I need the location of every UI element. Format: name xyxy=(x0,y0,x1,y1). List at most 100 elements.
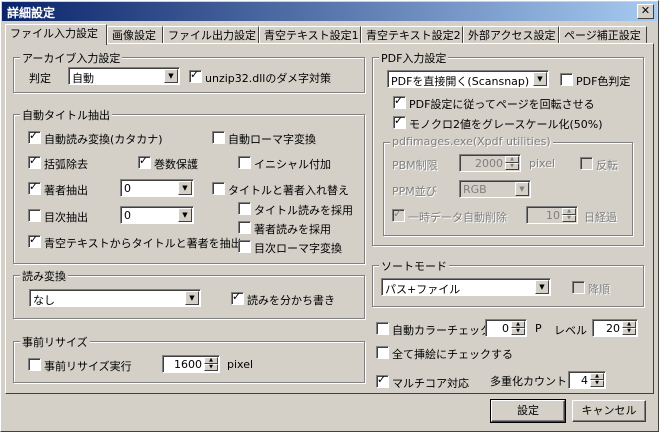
auto-read-checkbox[interactable] xyxy=(28,129,41,144)
use-author-reading-label: 著者読みを採用 xyxy=(254,223,331,236)
page-unit: P xyxy=(535,322,542,335)
judge-value: 自動 xyxy=(72,72,94,85)
use-title-reading-checkbox[interactable] xyxy=(238,202,251,215)
invert-checkbox[interactable] xyxy=(580,157,593,170)
title-bar: 詳細設定 ✕ xyxy=(2,2,657,21)
chevron-down-icon: ▼ xyxy=(185,291,199,305)
pbm-stepper[interactable]: 2000 ▲ ▼ xyxy=(459,154,521,172)
author-extract-value: 0 xyxy=(124,182,131,195)
spin-up-icon[interactable]: ▲ xyxy=(622,321,636,328)
pdf-mode-select[interactable]: PDFを直接開く(Scansnap) ▼ xyxy=(387,70,549,88)
auto-read-label: 自動読み変換(カタカナ) xyxy=(44,133,163,146)
aozora-extract-label: 青空テキストからタイトルと著者を抽出 xyxy=(44,237,242,250)
spin-down-icon[interactable]: ▼ xyxy=(505,163,519,170)
window-title: 詳細設定 xyxy=(7,6,56,20)
spin-buttons[interactable]: ▲ ▼ xyxy=(505,156,519,170)
resize-pixel-stepper[interactable]: 1600 ▲ ▼ xyxy=(162,355,220,373)
ppm-select[interactable]: RGB ▼ xyxy=(459,180,531,198)
level-value: 20 xyxy=(606,322,620,335)
multicore-checkbox[interactable] xyxy=(376,373,389,388)
spin-buttons[interactable]: ▲ ▼ xyxy=(590,373,604,387)
mono-gray-label: モノクロ2値をグレースケール化(50%) xyxy=(409,118,603,131)
close-button[interactable]: ✕ xyxy=(637,4,654,19)
close-icon: ✕ xyxy=(640,4,651,17)
add-initial-checkbox[interactable] xyxy=(238,156,251,169)
ok-button[interactable]: 設定 xyxy=(490,399,566,423)
spin-buttons[interactable]: ▲ ▼ xyxy=(204,357,218,371)
archive-legend: アーカイブ入力設定 xyxy=(20,50,123,66)
pdf-rotate-checkbox[interactable] xyxy=(393,94,406,109)
spin-down-icon[interactable]: ▼ xyxy=(590,380,604,387)
xpdf-legend: pdfimages.exe(Xpdf utilities) xyxy=(390,135,553,148)
pre-resize-checkbox[interactable] xyxy=(28,358,41,371)
days-unit: 日経過 xyxy=(584,211,617,224)
pdf-color-judge-checkbox[interactable] xyxy=(560,73,573,86)
tab-external-access[interactable]: 外部アクセス設定 xyxy=(463,26,559,43)
resize-pixel-value: 1600 xyxy=(174,358,202,371)
spin-down-icon[interactable]: ▼ xyxy=(622,328,636,335)
mono-gray-checkbox[interactable] xyxy=(393,114,406,129)
separate-reading-checkbox[interactable] xyxy=(231,290,244,305)
auto-color-checkbox[interactable] xyxy=(376,322,389,335)
all-scribble-checkbox[interactable] xyxy=(376,346,389,359)
sort-select[interactable]: パス+ファイル ▼ xyxy=(381,278,551,296)
tab-page-correction[interactable]: ページ補正設定 xyxy=(559,26,647,43)
swap-title-author-checkbox[interactable] xyxy=(212,182,225,195)
multicore-label: マルチコア対応 xyxy=(392,377,469,390)
ppm-value: RGB xyxy=(463,183,487,196)
chevron-down-icon: ▼ xyxy=(164,69,178,83)
multiplex-count-value: 4 xyxy=(581,374,588,387)
tab-image[interactable]: 画像設定 xyxy=(107,26,163,43)
temp-delete-checkbox[interactable] xyxy=(392,207,405,222)
reading-select[interactable]: なし ▼ xyxy=(29,289,201,307)
chevron-down-icon: ▼ xyxy=(535,280,549,294)
judge-select[interactable]: 自動 ▼ xyxy=(68,67,180,85)
toc-roman-checkbox[interactable] xyxy=(238,240,251,253)
keep-volume-checkbox[interactable] xyxy=(138,154,151,169)
resize-legend: 事前リサイズ xyxy=(20,334,90,350)
use-author-reading-checkbox[interactable] xyxy=(238,221,251,234)
spin-buttons[interactable]: ▲ ▼ xyxy=(511,321,525,335)
spin-up-icon[interactable]: ▲ xyxy=(590,373,604,380)
days-stepper[interactable]: 10 ▲ ▼ xyxy=(526,206,578,224)
remove-brackets-label: 括弧除去 xyxy=(44,158,88,171)
tab-file-input[interactable]: ファイル入力設定 xyxy=(5,24,107,45)
spin-up-icon[interactable]: ▲ xyxy=(505,156,519,163)
toc-extract-select[interactable]: 0 ▼ xyxy=(120,206,194,224)
author-extract-select[interactable]: 0 ▼ xyxy=(120,179,194,197)
spin-down-icon[interactable]: ▼ xyxy=(204,364,218,371)
toc-extract-checkbox[interactable] xyxy=(28,209,41,222)
spin-up-icon[interactable]: ▲ xyxy=(511,321,525,328)
auto-color-page-stepper[interactable]: 0 ▲ ▼ xyxy=(485,319,527,337)
auto-title-group: 自動タイトル抽出 自動読み変換(カタカナ) 自動ローマ字変換 括弧除去 巻数保護… xyxy=(13,107,365,264)
resize-group: 事前リサイズ 事前リサイズ実行 1600 ▲ ▼ pixel xyxy=(13,334,365,383)
multiplex-count-stepper[interactable]: 4 ▲ ▼ xyxy=(568,371,606,389)
spin-up-icon[interactable]: ▲ xyxy=(562,208,576,215)
auto-roman-checkbox[interactable] xyxy=(212,131,225,144)
pbm-value: 2000 xyxy=(475,157,503,170)
spin-buttons[interactable]: ▲ ▼ xyxy=(562,208,576,222)
reading-group: 読み変換 なし ▼ 読みを分かち書き xyxy=(13,268,365,319)
unzip-checkbox[interactable] xyxy=(189,68,202,83)
level-stepper[interactable]: 20 ▲ ▼ xyxy=(592,319,638,337)
archive-group: アーカイブ入力設定 判定 自動 ▼ unzip32.dllのダメ字対策 xyxy=(13,50,365,93)
tab-aozora-1[interactable]: 青空テキスト設定1 xyxy=(259,26,361,43)
tab-file-output[interactable]: ファイル出力設定 xyxy=(163,26,259,43)
cancel-button[interactable]: キャンセル xyxy=(572,400,646,422)
spin-buttons[interactable]: ▲ ▼ xyxy=(622,321,636,335)
unzip-label: unzip32.dllのダメ字対策 xyxy=(205,72,332,85)
tab-aozora-2[interactable]: 青空テキスト設定2 xyxy=(361,26,463,43)
spin-up-icon[interactable]: ▲ xyxy=(204,357,218,364)
reading-value: なし xyxy=(33,294,55,307)
spin-down-icon[interactable]: ▼ xyxy=(562,215,576,222)
tab-panel: アーカイブ入力設定 判定 自動 ▼ unzip32.dllのダメ字対策 自動タイ… xyxy=(5,43,654,394)
reading-legend: 読み変換 xyxy=(20,268,68,284)
keep-volume-label: 巻数保護 xyxy=(154,158,198,171)
pre-resize-label: 事前リサイズ実行 xyxy=(44,360,132,373)
descending-checkbox[interactable] xyxy=(572,281,585,294)
remove-brackets-checkbox[interactable] xyxy=(28,154,41,169)
author-extract-checkbox[interactable] xyxy=(28,180,41,195)
aozora-extract-checkbox[interactable] xyxy=(28,233,41,248)
spin-down-icon[interactable]: ▼ xyxy=(511,328,525,335)
pdf-color-judge-label: PDF色判定 xyxy=(576,75,631,88)
